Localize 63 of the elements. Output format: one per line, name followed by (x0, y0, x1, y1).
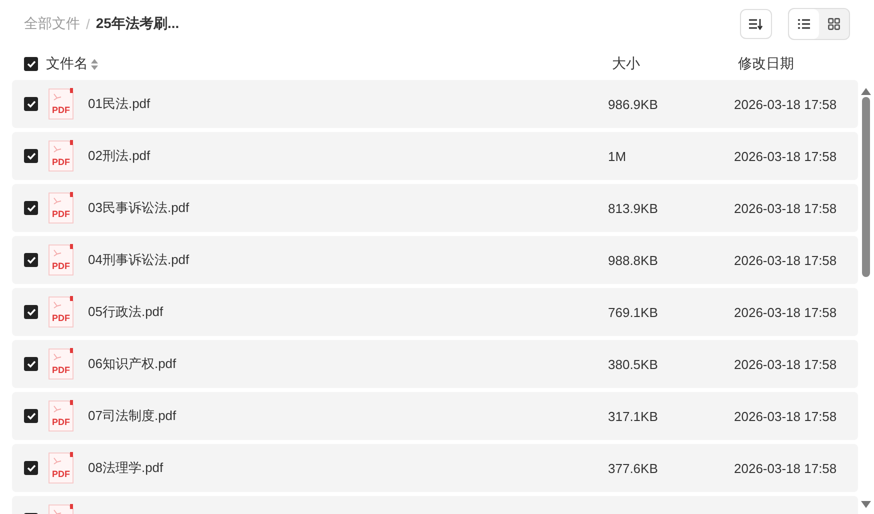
list-icon (798, 19, 810, 29)
pdf-file-icon: PDF (48, 400, 74, 432)
checkbox[interactable] (24, 253, 38, 267)
scroll-down-icon[interactable] (861, 501, 871, 508)
file-row[interactable]: PDF 02刑法.pdf 1M 2026-03-18 17:58 (12, 132, 858, 180)
file-row[interactable]: PDF 03民事诉讼法.pdf 813.9KB 2026-03-18 17:58 (12, 184, 858, 232)
breadcrumb-item: 25年法考刷... (96, 15, 180, 33)
file-size: 377.6KB (608, 460, 658, 476)
pdf-file-icon: PDF (48, 192, 74, 224)
file-name: 08法理学.pdf (88, 459, 164, 477)
pdf-file-icon: PDF (48, 348, 74, 380)
file-size: 769.1KB (608, 304, 658, 320)
file-name: 02刑法.pdf (88, 147, 150, 165)
sort-button[interactable] (740, 9, 772, 39)
scrollbar-thumb[interactable] (862, 97, 870, 277)
separator: / (86, 16, 90, 32)
file-size: 380.5KB (608, 356, 658, 372)
file-name: 03民事诉讼法.pdf (88, 199, 190, 217)
sort-order-icon (749, 18, 763, 30)
grid-icon (828, 18, 840, 30)
file-size: 986.9KB (608, 96, 658, 112)
checkbox[interactable] (24, 149, 38, 163)
checkbox[interactable] (24, 409, 38, 423)
file-row[interactable]: PDF 04刑事诉讼法.pdf 988.8KB 2026-03-18 17:58 (12, 236, 858, 284)
scroll-up-icon[interactable] (861, 88, 871, 95)
file-name: 06知识产权.pdf (88, 355, 176, 373)
file-row[interactable]: PDF 05行政法.pdf 769.1KB 2026-03-18 17:58 (12, 288, 858, 336)
file-size: 317.1KB (608, 408, 658, 424)
file-size: 1M (608, 148, 626, 164)
pdf-file-icon: PDF (48, 296, 74, 328)
modified-date: 2026-03-18 17:58 (734, 148, 837, 164)
modified-date: 2026-03-18 17:58 (734, 96, 837, 112)
modified-date: 2026-03-18 17:58 (734, 356, 837, 372)
checkbox[interactable] (24, 201, 38, 215)
modified-date: 2026-03-18 17:58 (734, 408, 837, 424)
modified-date: 2026-03-18 17:58 (734, 460, 837, 476)
pdf-file-icon: PDF (48, 140, 74, 172)
view-toggle[interactable] (789, 9, 819, 39)
sort-icon[interactable] (91, 58, 98, 70)
column-header: 大小 (612, 55, 640, 73)
column-header[interactable]: 文件名 (46, 55, 88, 73)
pdf-file-icon: PDF (48, 88, 74, 120)
file-row[interactable]: PDF 06知识产权.pdf 380.5KB 2026-03-18 17:58 (12, 340, 858, 388)
file-row[interactable]: PDF 01民法.pdf 986.9KB 2026-03-18 17:58 (12, 80, 858, 128)
file-name: 07司法制度.pdf (88, 407, 176, 425)
pdf-file-icon: PDF (48, 452, 74, 484)
file-name: 05行政法.pdf (88, 303, 164, 321)
file-name: 01民法.pdf (88, 95, 150, 113)
file-row[interactable]: PDF 07司法制度.pdf 317.1KB 2026-03-18 17:58 (12, 392, 858, 440)
pdf-file-icon: PDF (48, 244, 74, 276)
checkbox[interactable] (24, 305, 38, 319)
file-name: 04刑事诉讼法.pdf (88, 251, 190, 269)
modified-date: 2026-03-18 17:58 (734, 252, 837, 268)
modified-date: 2026-03-18 17:58 (734, 200, 837, 216)
checkbox[interactable] (24, 357, 38, 371)
checkbox[interactable] (24, 461, 38, 475)
modified-date: 2026-03-18 17:58 (734, 304, 837, 320)
column-header: 修改日期 (738, 55, 794, 73)
checkbox[interactable] (24, 97, 38, 111)
file-size: 988.8KB (608, 252, 658, 268)
checkbox[interactable] (24, 57, 38, 71)
file-size: 813.9KB (608, 200, 658, 216)
file-row[interactable]: PDF 08法理学.pdf 377.6KB 2026-03-18 17:58 (12, 444, 858, 492)
